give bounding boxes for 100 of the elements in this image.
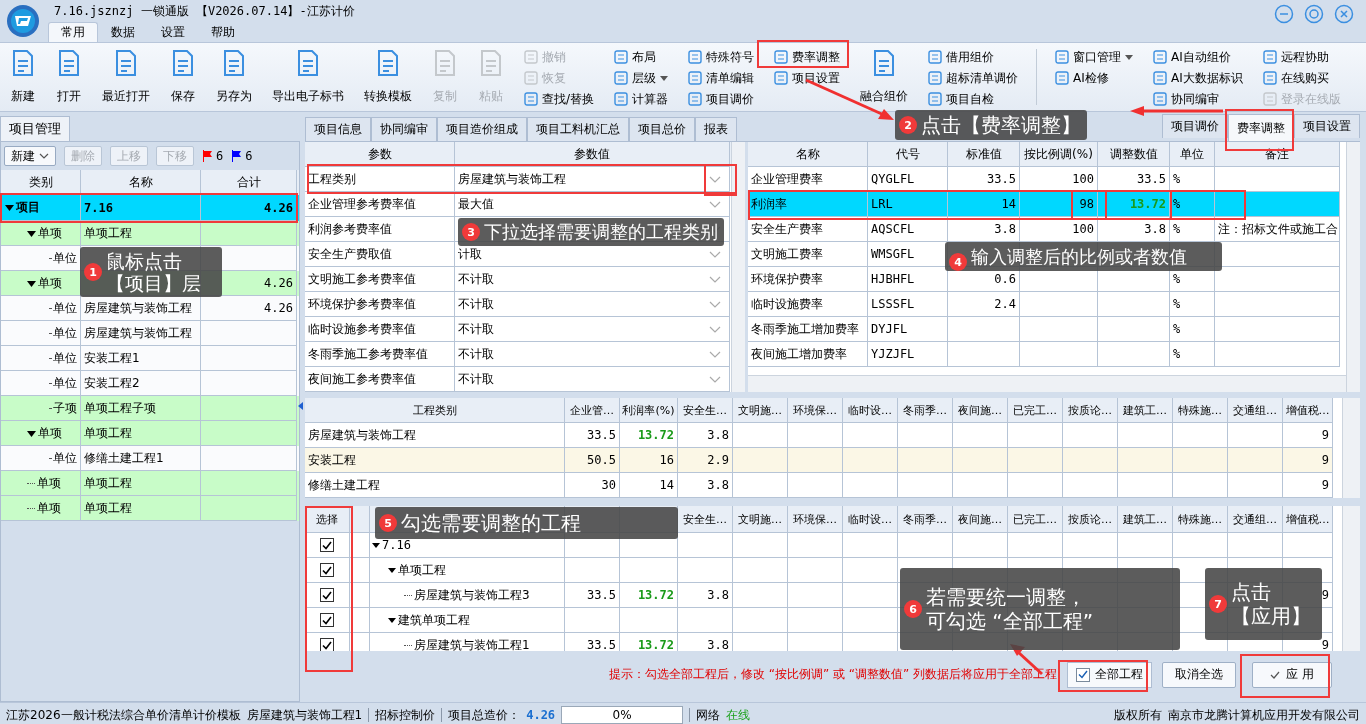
toolbar-button[interactable]: 项目调价	[688, 89, 755, 109]
expand-icon[interactable]	[5, 203, 14, 212]
window-title: 7.16.jsznzj 一锁通版 【V2026.07.14】-江苏计价	[54, 2, 355, 20]
tree-row[interactable]: 项目 7.16 4.26	[1, 195, 299, 221]
toolbar-button[interactable]: AI自动组价	[1153, 47, 1243, 67]
toolbar-button[interactable]: 融合组价	[850, 43, 919, 111]
dropdown-field[interactable]: 不计取	[455, 342, 730, 367]
panel-tab[interactable]: 项目管理	[0, 116, 70, 141]
toolbar-button[interactable]: 另存为	[206, 43, 262, 111]
tab[interactable]: 协同编审	[371, 117, 437, 141]
dropdown-field[interactable]: 最大值	[455, 192, 730, 217]
clear-selection-button[interactable]: 取消全选	[1162, 661, 1236, 688]
tab[interactable]: 项目总价	[629, 117, 695, 141]
toolbar-button[interactable]: 窗口管理	[1055, 47, 1134, 67]
expand-icon[interactable]	[388, 566, 396, 574]
tree-row[interactable]: 单项 单项工程	[1, 421, 299, 446]
tree-row[interactable]: 单位 房屋建筑与装饰工程 4.26	[1, 296, 299, 321]
table-cell[interactable]: 夜间施工增加费率	[748, 342, 868, 367]
expand-icon[interactable]	[27, 428, 36, 438]
flag-icon[interactable]	[231, 150, 242, 162]
tab[interactable]: 项目信息	[305, 117, 371, 141]
checkbox[interactable]	[320, 563, 334, 577]
toolbar-button[interactable]: 费率调整	[774, 47, 841, 67]
toolbar-button[interactable]: 特殊符号	[688, 47, 755, 67]
toolbar-button[interactable]: 借用组价	[928, 47, 1019, 67]
dropdown-field[interactable]: 房屋建筑与装饰工程	[455, 167, 730, 192]
table-cell: 9	[1283, 473, 1333, 498]
toolbar-button[interactable]: 超标清单调价	[928, 68, 1019, 88]
toolbar-button[interactable]: 打开	[46, 43, 92, 111]
tab[interactable]: 报表	[695, 117, 737, 141]
table-cell[interactable]: 环境保护费率	[748, 267, 868, 292]
expand-icon[interactable]	[27, 228, 36, 238]
scrollbar[interactable]	[748, 375, 1346, 392]
toolbar-button[interactable]: 转换模板	[354, 43, 422, 111]
table-cell[interactable]: 98	[1020, 192, 1098, 217]
toolbar-button[interactable]: 计算器	[614, 89, 669, 109]
checkbox[interactable]	[320, 613, 334, 627]
tab[interactable]: 项目工料机汇总	[527, 117, 629, 141]
tree-row[interactable]: 单项 单项工程	[1, 471, 299, 496]
apply-button[interactable]: 应 用	[1252, 661, 1332, 688]
menu-tab[interactable]: 帮助	[198, 22, 248, 42]
toolbar-button[interactable]: 在线购买	[1262, 68, 1341, 88]
tab[interactable]: 项目造价组成	[437, 117, 527, 141]
tree-row[interactable]: 单位 安装工程2	[1, 371, 299, 396]
toolbar-button[interactable]: 清单编辑	[688, 68, 755, 88]
empty-cell[interactable]	[1020, 292, 1098, 317]
checkbox[interactable]	[320, 538, 334, 552]
expand-icon[interactable]	[372, 541, 380, 549]
toolbar-button[interactable]: AI检修	[1055, 68, 1134, 88]
toolbar-button[interactable]: 导出电子标书	[262, 43, 354, 111]
toolbar-button[interactable]: AI大数据标识	[1153, 68, 1243, 88]
toolbar-button[interactable]: 新建	[0, 43, 46, 111]
toolbar-button[interactable]: 查找/替换	[524, 89, 595, 109]
dropdown-field[interactable]: 不计取	[455, 267, 730, 292]
checkbox[interactable]	[320, 588, 334, 602]
tree-row[interactable]: 单位 房屋建筑与装饰工程	[1, 321, 299, 346]
toolbar-button[interactable]: 布局	[614, 47, 669, 67]
logo-icon[interactable]	[6, 4, 40, 38]
table-cell[interactable]: 利润率	[748, 192, 868, 217]
scrollbar[interactable]	[731, 142, 745, 392]
scrollbar[interactable]	[1346, 142, 1360, 392]
table-row[interactable]: 安装工程 50.5 16 2.9 9	[305, 448, 1333, 473]
menu-tab[interactable]: 设置	[148, 22, 198, 42]
tab[interactable]: 项目设置	[1294, 114, 1360, 138]
checkbox-label[interactable]: 全部工程	[1095, 666, 1143, 683]
expand-icon[interactable]	[388, 616, 396, 624]
checkbox[interactable]	[320, 638, 334, 651]
empty-cell	[1098, 292, 1170, 317]
tree-row[interactable]: 单项 单项工程	[1, 496, 299, 521]
tree-row[interactable]: 子项 单项工程子项	[1, 396, 299, 421]
expand-icon[interactable]	[27, 278, 36, 288]
menu-tab[interactable]: 数据	[98, 22, 148, 42]
dropdown-field[interactable]: 不计取	[455, 367, 730, 392]
tree-row[interactable]: 单项 单项工程	[1, 221, 299, 246]
tab[interactable]: 费率调整	[1228, 114, 1294, 141]
toolbar-button[interactable]: 远程协助	[1262, 47, 1341, 67]
tab[interactable]: 项目调价	[1162, 114, 1228, 138]
document-icon	[375, 49, 401, 77]
toolbar-button[interactable]: 保存	[160, 43, 206, 111]
table-cell[interactable]: 安全生产费率	[748, 217, 868, 242]
toolbar-button[interactable]: 层级	[614, 68, 669, 88]
empty-cell[interactable]	[1020, 317, 1098, 342]
scrollbar[interactable]	[1342, 506, 1360, 651]
toolbar-button[interactable]: 最近打开	[92, 43, 160, 111]
empty-cell[interactable]	[1020, 342, 1098, 367]
toolbar-button[interactable]: 新建	[4, 146, 56, 166]
scrollbar[interactable]	[1342, 398, 1360, 498]
dropdown-field[interactable]: 不计取	[455, 292, 730, 317]
table-cell[interactable]: 冬雨季施工增加费率	[748, 317, 868, 342]
table-cell[interactable]: 临时设施费率	[748, 292, 868, 317]
toolbar-button[interactable]: 协同编审	[1153, 89, 1243, 109]
table-row[interactable]: 修缮土建工程 30 14 3.8 9	[305, 473, 1333, 498]
checkbox[interactable]	[1076, 667, 1090, 682]
dropdown-field[interactable]: 不计取	[455, 317, 730, 342]
tree-row[interactable]: 单位 安装工程1	[1, 346, 299, 371]
flag-icon[interactable]	[202, 150, 212, 162]
table-cell[interactable]: 文明施工费率	[748, 242, 868, 267]
tree-row[interactable]: 单位 修缮土建工程1	[1, 446, 299, 471]
menu-tab[interactable]: 常用	[48, 22, 98, 42]
toolbar-button[interactable]: 项目自检	[928, 89, 1019, 109]
